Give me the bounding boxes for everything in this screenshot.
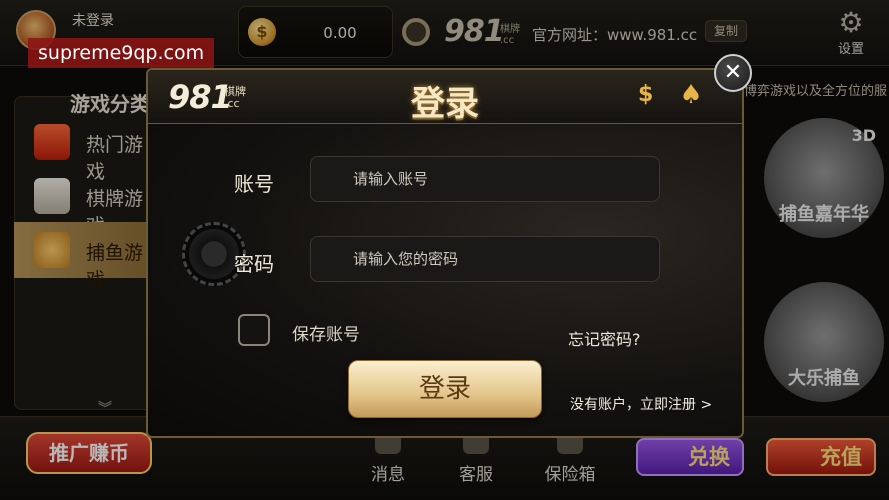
password-input[interactable]: 请输入您的密码	[310, 236, 660, 282]
spade-icon: ♠	[679, 80, 703, 110]
password-label: 密码	[234, 252, 274, 276]
save-account-checkbox[interactable]	[238, 314, 270, 346]
save-account-label[interactable]: 保存账号	[292, 320, 360, 345]
dollar-icon: $	[638, 82, 654, 107]
account-label: 账号	[234, 172, 274, 196]
forgot-password-link[interactable]: 忘记密码?	[568, 326, 641, 350]
login-button[interactable]: 登录	[348, 360, 542, 418]
dialog-header: 981 棋牌 .cc 登录 $ ♠	[148, 70, 742, 124]
register-link[interactable]: 没有账户，立即注册 >	[570, 394, 712, 414]
login-dialog: 981 棋牌 .cc 登录 $ ♠ 账号 请输入账号 密码 请输入您的密码 保存账…	[146, 68, 744, 438]
watermark-banner: supreme9qp.com	[28, 38, 215, 68]
close-icon[interactable]: ✕	[714, 54, 752, 92]
account-input[interactable]: 请输入账号	[310, 156, 660, 202]
